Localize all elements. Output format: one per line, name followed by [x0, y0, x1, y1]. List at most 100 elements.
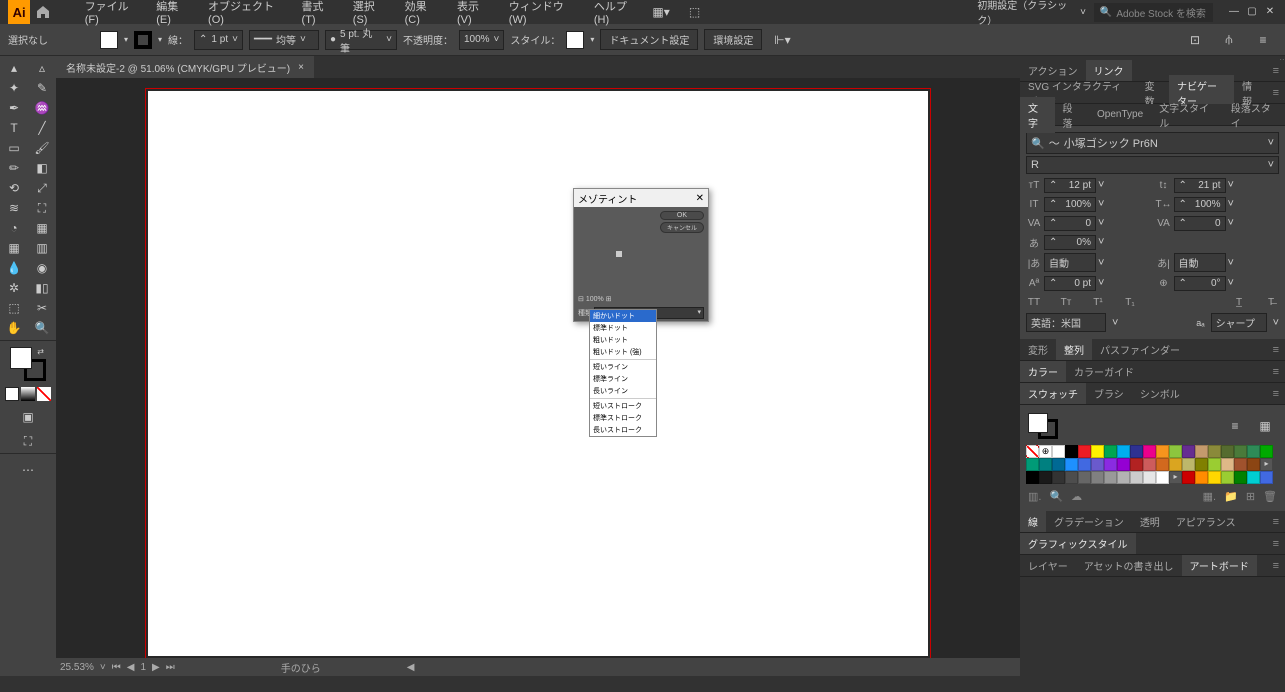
swatch-search-icon[interactable]: 🔍	[1049, 490, 1063, 503]
swatch-item[interactable]	[1247, 445, 1260, 458]
style-swatch[interactable]	[566, 31, 584, 49]
swatch-item[interactable]	[1078, 445, 1091, 458]
swatch-item[interactable]	[1234, 445, 1247, 458]
document-tab[interactable]: 名称未設定-2 @ 51.06% (CMYK/GPU プレビュー) ×	[56, 56, 314, 78]
dropdown-option[interactable]: 短いストローク	[590, 400, 656, 412]
superscript-icon[interactable]: T¹	[1090, 294, 1106, 310]
tab-artboards[interactable]: アートボード	[1182, 555, 1257, 576]
prefs-button[interactable]: 環境設定	[704, 29, 762, 50]
swatch-item[interactable]	[1169, 458, 1182, 471]
panel-menu-icon[interactable]: ≡	[1267, 538, 1285, 550]
swatch-item[interactable]	[1195, 458, 1208, 471]
swatch-item[interactable]	[1117, 445, 1130, 458]
brush-select[interactable]: ● 5 pt. 丸筆 ˅	[325, 30, 397, 50]
swatch-item[interactable]	[1091, 445, 1104, 458]
nav-prev-icon[interactable]: ◀	[127, 662, 135, 673]
perspective-tool[interactable]: ▦	[28, 218, 56, 238]
dialog-ok-button[interactable]: OK	[660, 211, 704, 220]
swatch-item[interactable]	[1182, 458, 1195, 471]
font-style-select[interactable]: R˅	[1026, 156, 1279, 174]
dialog-zoom-in[interactable]: ⊞	[606, 295, 612, 303]
shaper-tool[interactable]: ✏	[0, 158, 28, 178]
draw-mode[interactable]: ▣	[14, 407, 42, 427]
workspace-switcher[interactable]: 初期設定（クラシック） ˅	[977, 0, 1086, 27]
swatch-item[interactable]	[1117, 471, 1130, 484]
eraser-tool[interactable]: ◧	[28, 158, 56, 178]
panel-menu-icon[interactable]: ≡	[1267, 560, 1285, 572]
edit-icon[interactable]: ⫛	[1215, 30, 1243, 50]
doc-setup-button[interactable]: ドキュメント設定	[600, 29, 698, 50]
swatch-item[interactable]	[1104, 458, 1117, 471]
kerning-input[interactable]: ⌃ 0	[1044, 216, 1096, 231]
swatch-item[interactable]	[1182, 445, 1195, 458]
dropdown-option[interactable]: 粗いドット	[590, 334, 656, 346]
tab-color[interactable]: カラー	[1020, 361, 1066, 382]
tab-stroke[interactable]: 線	[1020, 511, 1046, 532]
gradient-tool[interactable]: ▥	[28, 238, 56, 258]
width-tool[interactable]: ≋	[0, 198, 28, 218]
subscript-icon[interactable]: T₁	[1122, 294, 1138, 310]
stroke-profile[interactable]: ━━━ 均等 ˅	[249, 30, 319, 50]
fill-swatch[interactable]	[100, 31, 118, 49]
search-box[interactable]: 🔍Adobe Stock を検索	[1094, 3, 1213, 22]
swatch-item[interactable]	[1117, 458, 1130, 471]
panel-menu-icon[interactable]: ≡	[1267, 344, 1285, 356]
zoom-level[interactable]: 25.53%	[60, 662, 94, 673]
swatch-item[interactable]	[1026, 458, 1039, 471]
artboard[interactable]	[148, 91, 928, 656]
nav-first-icon[interactable]: ⏮	[112, 662, 121, 673]
swatch-cloud-icon[interactable]: ☁	[1071, 490, 1082, 503]
tracking-input[interactable]: ⌃ 0	[1174, 216, 1226, 231]
tab-align[interactable]: 整列	[1056, 339, 1092, 360]
smallcaps-icon[interactable]: Tт	[1058, 294, 1074, 310]
panel-menu-icon[interactable]: ≡	[1267, 366, 1285, 378]
swatch-item[interactable]	[1156, 458, 1169, 471]
arrange-docs-icon[interactable]: ▦▾	[648, 2, 673, 22]
dropdown-option[interactable]: 長いライン	[590, 385, 656, 397]
font-family-select[interactable]: 🔍〜 小塚ゴシック Pr6N˅	[1026, 132, 1279, 154]
strikethrough-icon[interactable]: T̶	[1263, 294, 1279, 310]
screen-mode[interactable]: ⛶	[14, 431, 42, 451]
swatch-item[interactable]	[1221, 445, 1234, 458]
close-button[interactable]: ✕	[1263, 6, 1277, 18]
tab-char-style[interactable]: 文字スタイル	[1151, 97, 1223, 133]
scroll-left-icon[interactable]: ◀	[407, 662, 415, 673]
swatch-item[interactable]	[1260, 471, 1273, 484]
language-select[interactable]: 英語：米国	[1026, 313, 1106, 332]
swatch-item[interactable]	[1156, 471, 1169, 484]
swatch-item[interactable]	[1247, 458, 1260, 471]
line-tool[interactable]: ╱	[28, 118, 56, 138]
menu-window[interactable]: ウィンドウ(W)	[501, 0, 584, 29]
swatch-item[interactable]	[1247, 471, 1260, 484]
fill-stroke-control[interactable]: ⇄	[10, 347, 46, 381]
swatch-item[interactable]	[1169, 445, 1182, 458]
tab-gradient[interactable]: グラデーション	[1046, 511, 1132, 532]
swatch-item[interactable]: ▸	[1260, 458, 1273, 471]
swatch-item[interactable]	[1130, 471, 1143, 484]
swatch-delete-icon[interactable]: 🗑	[1263, 490, 1277, 503]
panel-menu-icon[interactable]: ≡	[1249, 30, 1277, 50]
swatch-item[interactable]	[1026, 445, 1039, 458]
nav-last-icon[interactable]: ⏭	[166, 662, 175, 673]
swatch-item[interactable]	[1234, 458, 1247, 471]
baseline-input[interactable]: ⌃ 0 pt	[1044, 276, 1096, 291]
magic-wand-tool[interactable]: ✦	[0, 78, 28, 98]
nav-next-icon[interactable]: ▶	[152, 662, 160, 673]
rectangle-tool[interactable]: ▭	[0, 138, 28, 158]
paintbrush-tool[interactable]: 🖌	[28, 138, 56, 158]
dropdown-option[interactable]: 標準ストローク	[590, 412, 656, 424]
swatch-item[interactable]	[1156, 445, 1169, 458]
tab-transform[interactable]: 変形	[1020, 339, 1056, 360]
graph-tool[interactable]: ▮▯	[28, 278, 56, 298]
panel-menu-icon[interactable]: ≡	[1267, 388, 1285, 400]
dropdown-option[interactable]: 長いストローク	[590, 424, 656, 436]
swatch-item[interactable]	[1234, 471, 1247, 484]
lasso-tool[interactable]: ✎	[28, 78, 56, 98]
hscale-input[interactable]: ⌃ 100%	[1174, 197, 1226, 212]
panel-menu-icon[interactable]: ≡	[1267, 516, 1285, 528]
underline-icon[interactable]: T̲	[1231, 294, 1247, 310]
dialog-cancel-button[interactable]: キャンセル	[660, 222, 704, 233]
artboard-tool[interactable]: ⬚	[0, 298, 28, 318]
menu-file[interactable]: ファイル(F)	[77, 0, 147, 29]
swatch-item[interactable]	[1052, 471, 1065, 484]
